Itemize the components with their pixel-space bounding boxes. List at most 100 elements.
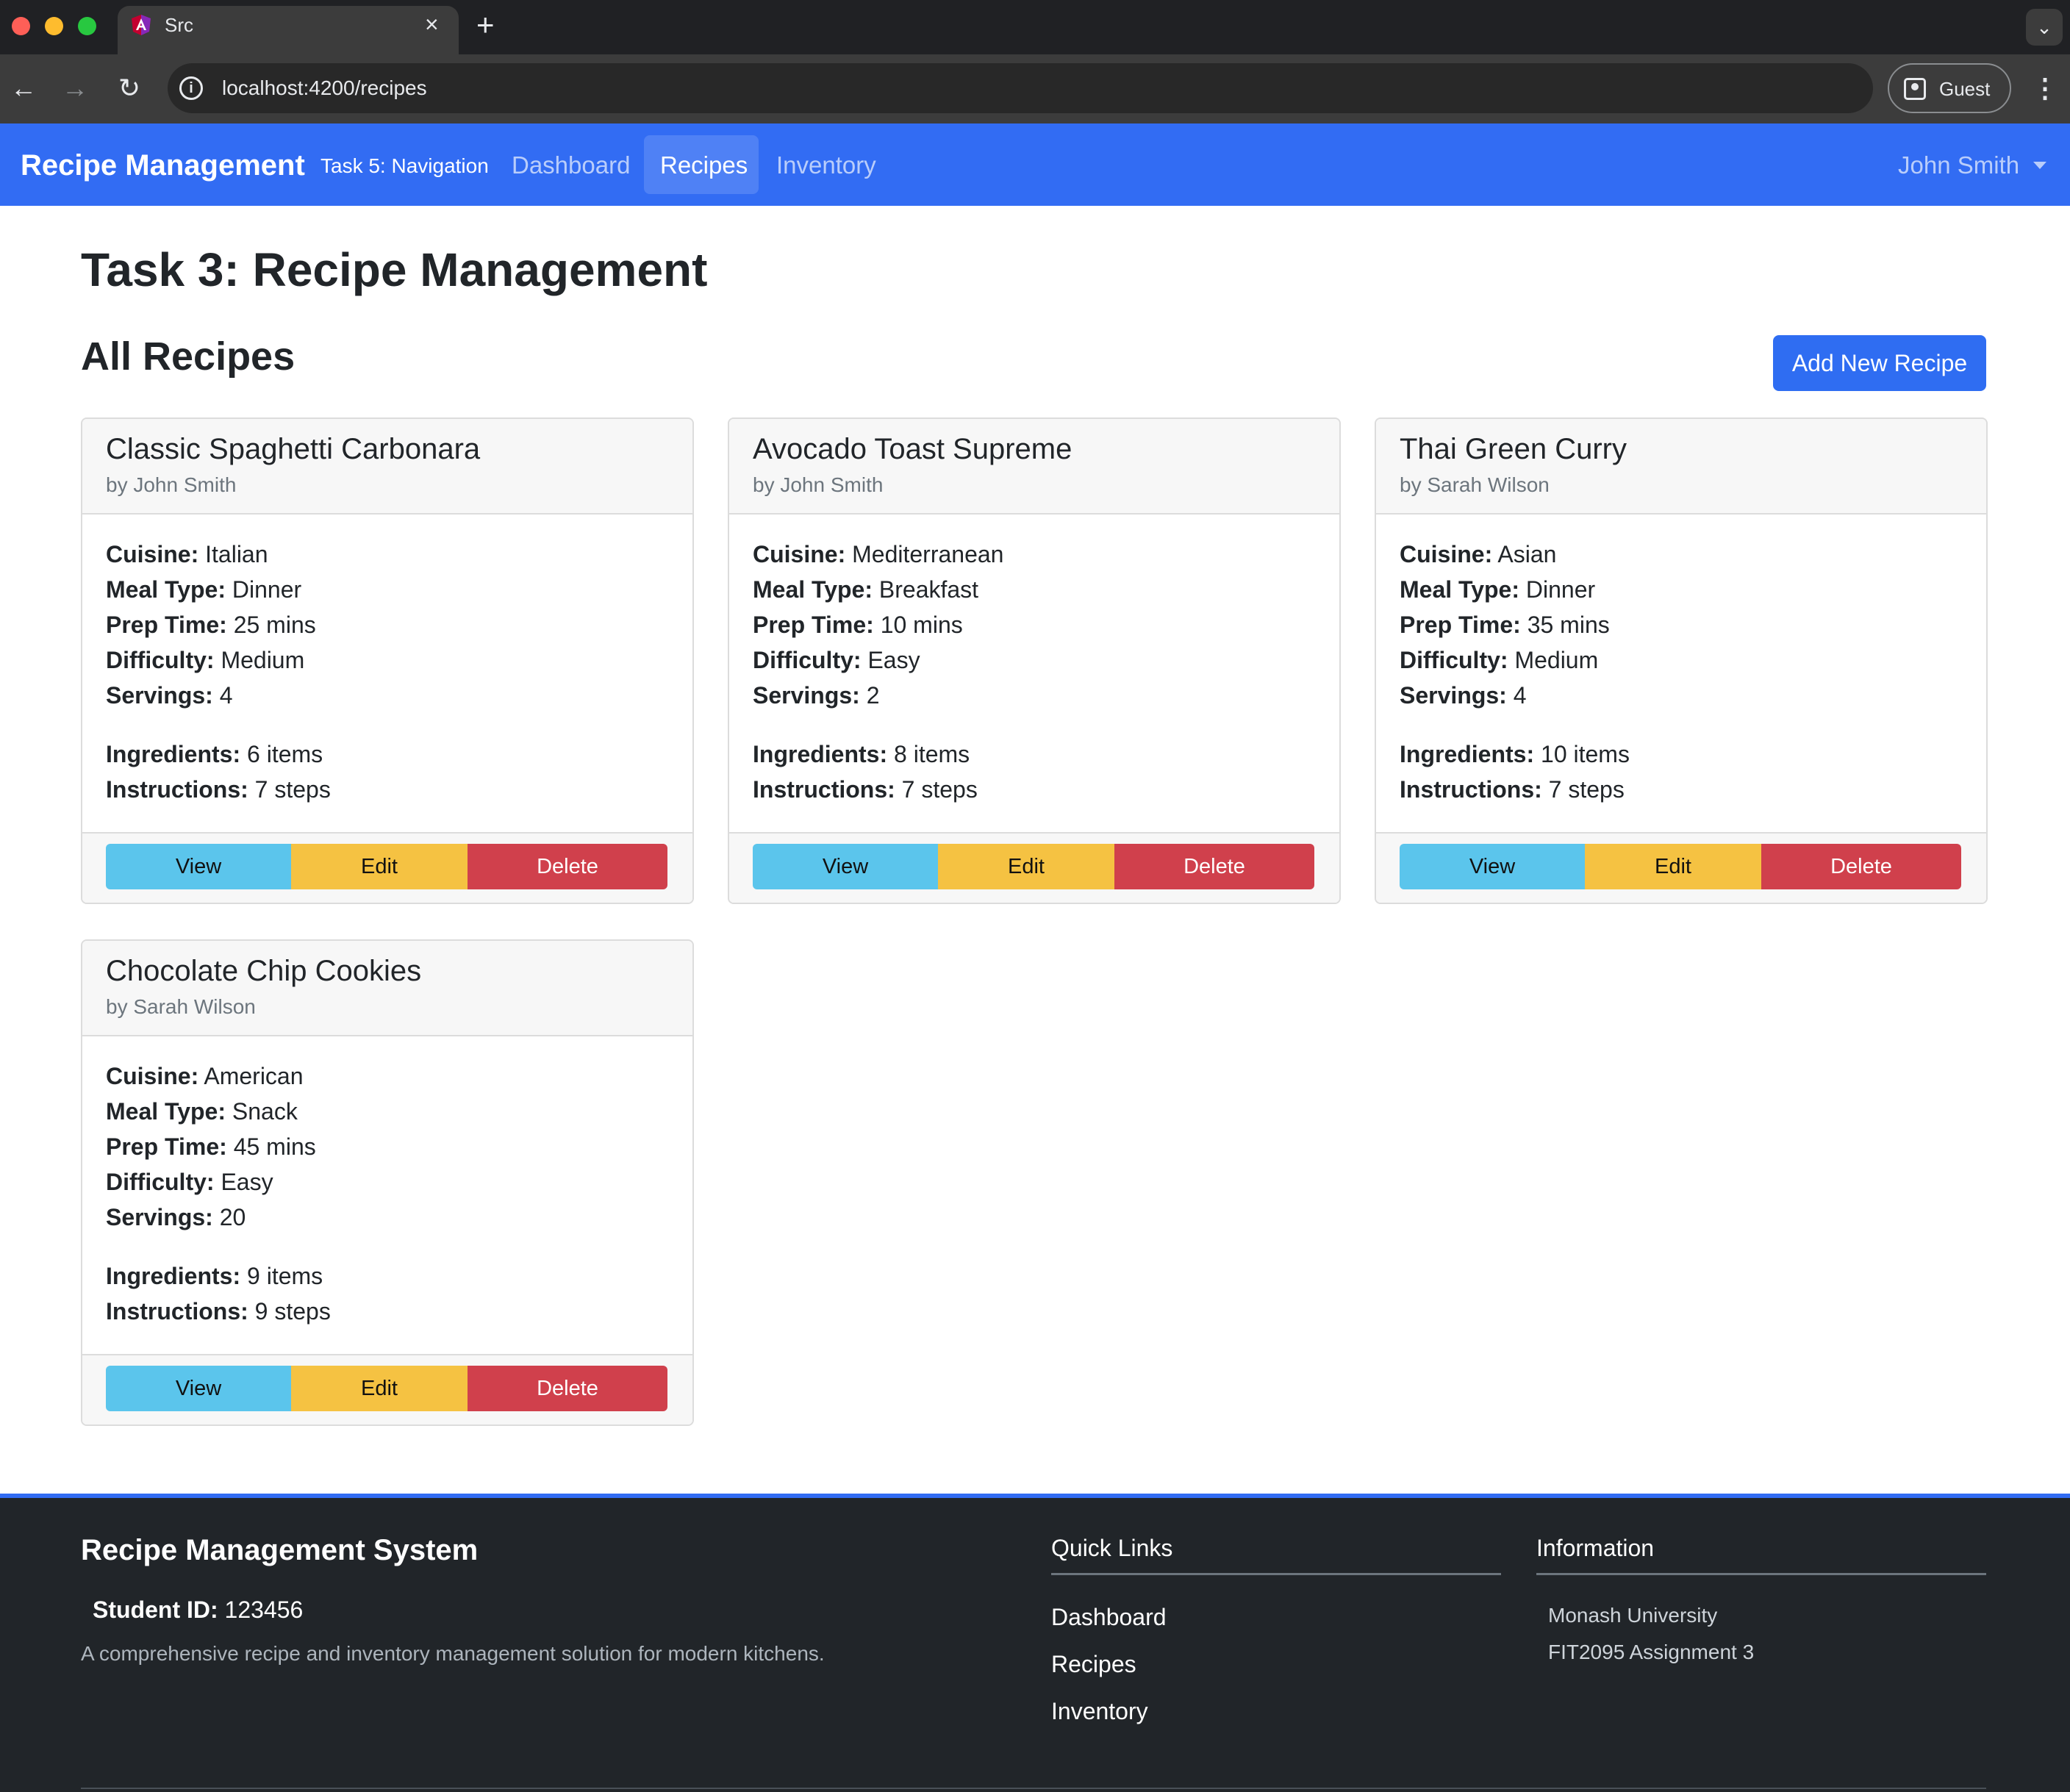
nav-link-dashboard[interactable]: Dashboard [512,150,630,181]
quick-links-heading: Quick Links [1051,1535,1173,1561]
edit-button[interactable]: Edit [291,1366,468,1411]
prep-time-value: 25 mins [233,612,316,638]
profile-icon [1904,78,1926,100]
recipe-author: by John Smith [753,473,884,496]
ingredients-label: Ingredients: [1400,741,1535,767]
info-line-assignment: FIT2095 Assignment 3 [1548,1641,1755,1663]
footer-description: A comprehensive recipe and inventory man… [81,1642,825,1665]
tab-close-icon[interactable]: × [425,12,439,37]
edit-button[interactable]: Edit [1585,844,1761,889]
back-arrow-icon[interactable]: ← [4,69,43,107]
edit-button[interactable]: Edit [291,844,468,889]
new-tab-icon[interactable]: + [476,9,495,41]
delete-button[interactable]: Delete [1114,844,1314,889]
add-new-recipe-button[interactable]: Add New Recipe [1773,335,1986,391]
prep-time-value: 10 mins [880,612,963,638]
cuisine-label: Cuisine: [1400,541,1493,567]
cuisine-label: Cuisine: [106,1063,199,1089]
meal-type-label: Meal Type: [1400,576,1519,603]
prep-time-value: 35 mins [1527,612,1610,638]
delete-button[interactable]: Delete [468,844,667,889]
meal-type-value: Dinner [1525,576,1596,603]
recipe-card: Avocado Toast Supreme by John Smith Cuis… [728,417,1341,904]
difficulty-value: Easy [867,647,920,673]
cuisine-value: Italian [205,541,268,567]
cuisine-label: Cuisine: [753,541,846,567]
nav-link-inventory[interactable]: Inventory [776,150,876,181]
footer-link-inventory[interactable]: Inventory [1051,1696,1148,1726]
recipe-details: Cuisine: Italian Meal Type: Dinner Prep … [106,537,331,807]
nav-task-label: Task 5: Navigation [320,154,489,177]
recipe-card: Thai Green Curry by Sarah Wilson Cuisine… [1375,417,1988,904]
recipe-card-header: Classic Spaghetti Carbonara by John Smit… [82,419,692,515]
recipe-author: by Sarah Wilson [106,995,256,1018]
angular-favicon-icon [132,15,151,35]
cuisine-value: American [204,1063,304,1089]
quick-links-divider [1051,1573,1501,1575]
view-button[interactable]: View [106,1366,291,1411]
profile-button[interactable]: Guest [1888,63,2011,113]
instructions-label: Instructions: [1400,776,1542,803]
nav-link-recipes[interactable]: Recipes [660,150,748,181]
meal-type-label: Meal Type: [106,576,226,603]
instructions-value: 7 steps [1548,776,1625,803]
window-maximize-button[interactable] [78,17,96,35]
user-dropdown[interactable]: John Smith [1898,150,2019,181]
recipe-actions: View Edit Delete [1400,844,1961,889]
information-divider [1536,1573,1986,1575]
student-id-value: 123456 [224,1596,304,1623]
view-button[interactable]: View [106,844,291,889]
delete-button[interactable]: Delete [468,1366,667,1411]
site-info-icon[interactable]: i [179,76,203,100]
navbar-brand[interactable]: Recipe Management [21,147,305,184]
servings-value: 4 [219,682,233,709]
recipe-title: Chocolate Chip Cookies [106,955,422,987]
instructions-label: Instructions: [753,776,895,803]
view-button[interactable]: View [1400,844,1585,889]
recipe-title: Thai Green Curry [1400,433,1627,465]
servings-value: 4 [1513,682,1527,709]
browser-menu-icon[interactable]: ⋮ [2032,71,2058,106]
recipe-title: Avocado Toast Supreme [753,433,1072,465]
footer-link-dashboard[interactable]: Dashboard [1051,1602,1167,1632]
difficulty-label: Difficulty: [1400,647,1508,673]
view-button[interactable]: View [753,844,938,889]
instructions-value: 9 steps [254,1298,331,1325]
recipe-card-footer: View Edit Delete [729,832,1339,903]
recipe-actions: View Edit Delete [753,844,1314,889]
prep-time-label: Prep Time: [106,1133,227,1160]
prep-time-label: Prep Time: [106,612,227,638]
window-close-button[interactable] [12,17,30,35]
ingredients-value: 6 items [247,741,323,767]
recipe-actions: View Edit Delete [106,844,667,889]
recipe-card: Chocolate Chip Cookies by Sarah Wilson C… [81,939,694,1426]
difficulty-value: Medium [1514,647,1599,673]
reload-icon[interactable]: ↻ [110,69,148,107]
prep-time-label: Prep Time: [753,612,874,638]
ingredients-label: Ingredients: [106,741,241,767]
information-heading: Information [1536,1535,1655,1561]
difficulty-label: Difficulty: [753,647,862,673]
recipe-details: Cuisine: American Meal Type: Snack Prep … [106,1058,331,1329]
footer-bottom-divider [81,1788,1986,1789]
ingredients-label: Ingredients: [106,1263,241,1289]
recipe-card: Classic Spaghetti Carbonara by John Smit… [81,417,694,904]
dropdown-caret-icon[interactable] [2033,162,2046,169]
profile-label: Guest [1939,78,1991,100]
delete-button[interactable]: Delete [1761,844,1961,889]
recipe-card-header: Chocolate Chip Cookies by Sarah Wilson [82,941,692,1036]
student-id: Student ID: 123456 [93,1595,303,1624]
window-minimize-button[interactable] [45,17,63,35]
url-text[interactable]: localhost:4200/recipes [222,74,427,103]
instructions-label: Instructions: [106,776,248,803]
page-title: Task 3: Recipe Management [81,243,708,296]
forward-arrow-icon[interactable]: → [56,69,94,107]
recipe-card-header: Avocado Toast Supreme by John Smith [729,419,1339,515]
edit-button[interactable]: Edit [938,844,1114,889]
instructions-label: Instructions: [106,1298,248,1325]
recipe-details: Cuisine: Asian Meal Type: Dinner Prep Ti… [1400,537,1630,807]
recipe-actions: View Edit Delete [106,1366,667,1411]
tab-search-chevron-icon[interactable]: ⌄ [2026,9,2063,46]
footer-link-recipes[interactable]: Recipes [1051,1649,1136,1679]
prep-time-value: 45 mins [233,1133,316,1160]
